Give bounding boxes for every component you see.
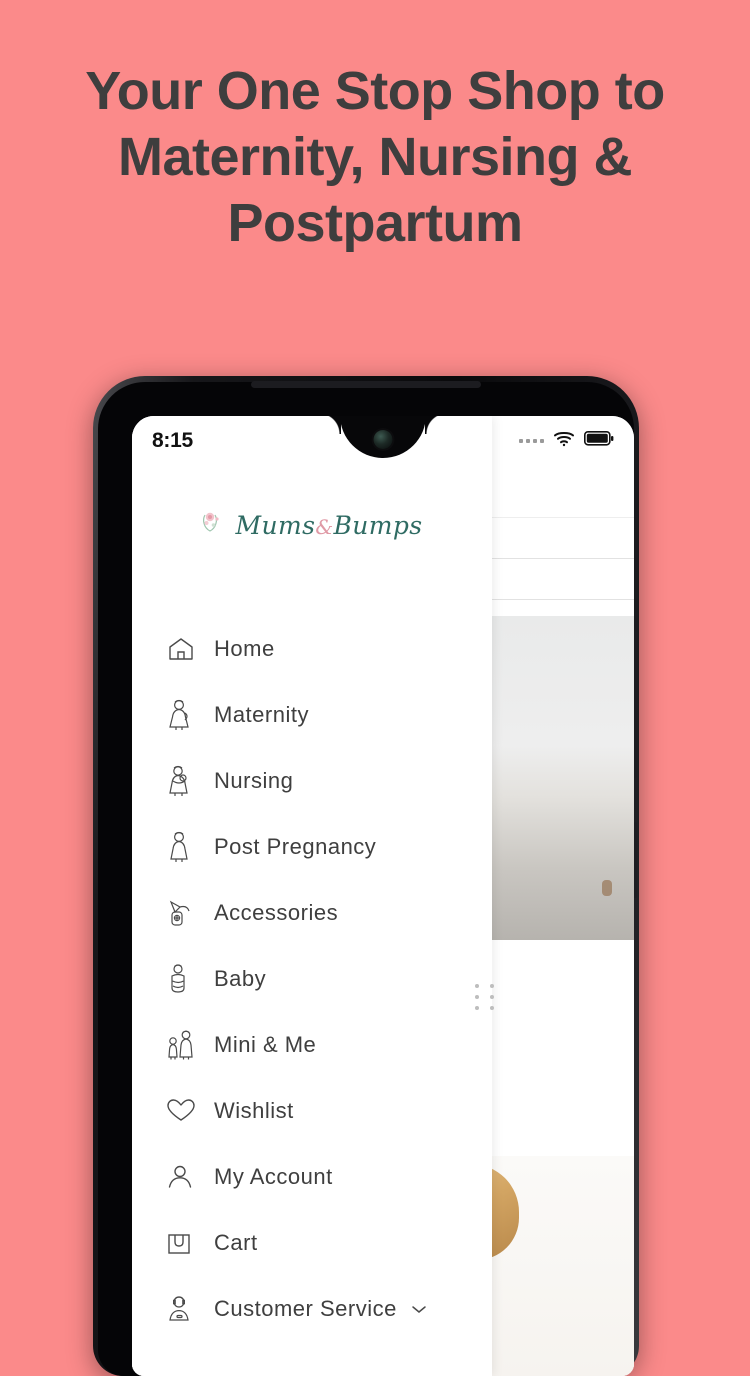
menu-item-cart[interactable]: Cart [132,1210,492,1276]
menu-item-baby[interactable]: Baby [132,946,492,1012]
front-camera-icon [373,430,393,449]
menu-item-label: My Account [214,1164,333,1189]
menu-item-label: Mini & Me [214,1032,317,1057]
menu-item-wishlist[interactable]: Wishlist [132,1078,492,1144]
menu-item-label: Home [214,636,275,661]
menu-item-accessories[interactable]: Accessories [132,880,492,946]
menu-item-customer-service[interactable]: Customer Service [132,1276,492,1342]
app-logo[interactable]: Mums&Bumps [132,508,492,543]
nursing-mother-icon [166,764,206,798]
navigation-drawer: Mums&Bumps Home Maternity Nursing Post P… [132,416,492,1376]
status-bar-clock: 8:15 [152,429,193,452]
menu-item-label: Customer Service [214,1296,397,1321]
menu-item-label: Maternity [214,702,309,727]
phone-screen: The Middle Shop Matern Dresses [132,416,634,1376]
earpiece-speaker [251,381,481,388]
menu-item-label: Wishlist [214,1098,294,1123]
menu-item-nursing[interactable]: Nursing [132,748,492,814]
mother-child-icon [166,1028,206,1062]
phone-bezel: The Middle Shop Matern Dresses [98,381,637,1376]
swaddled-baby-icon [166,962,206,996]
person-icon [166,1160,206,1194]
wifi-icon [553,430,575,452]
menu-item-label: Accessories [214,900,339,925]
menu-item-label: Cart [214,1230,258,1255]
menu-item-maternity[interactable]: Maternity [132,682,492,748]
shopping-bag-icon [166,1226,206,1260]
menu-item-label: Post Pregnancy [214,834,377,859]
battery-full-icon [584,431,614,451]
logo-ampersand: & [315,515,334,539]
logo-text-primary: Mums [235,511,316,540]
menu-item-label: Baby [214,966,267,991]
woman-icon [166,830,206,864]
breast-pump-icon [166,896,206,930]
menu-item-post-pregnancy[interactable]: Post Pregnancy [132,814,492,880]
logo-text-secondary: Bumps [333,511,423,540]
phone-mockup: The Middle Shop Matern Dresses [93,376,639,1376]
heart-icon [166,1094,206,1128]
page-title: Your One Stop Shop to Maternity, Nursing… [85,61,665,253]
menu-item-my-account[interactable]: My Account [132,1144,492,1210]
chevron-down-icon[interactable] [409,1302,429,1316]
home-icon [166,632,206,666]
headset-agent-icon [166,1292,206,1326]
floral-wreath-icon [201,508,231,543]
signal-dots-icon [519,439,544,443]
menu-item-home[interactable]: Home [132,616,492,682]
menu-item-mini-and-me[interactable]: Mini & Me [132,1012,492,1078]
pregnant-woman-icon [166,698,206,732]
drag-grip-icon[interactable] [475,984,496,1010]
menu-item-label: Nursing [214,768,294,793]
drawer-menu: Home Maternity Nursing Post Pregnancy Ac… [132,616,492,1342]
